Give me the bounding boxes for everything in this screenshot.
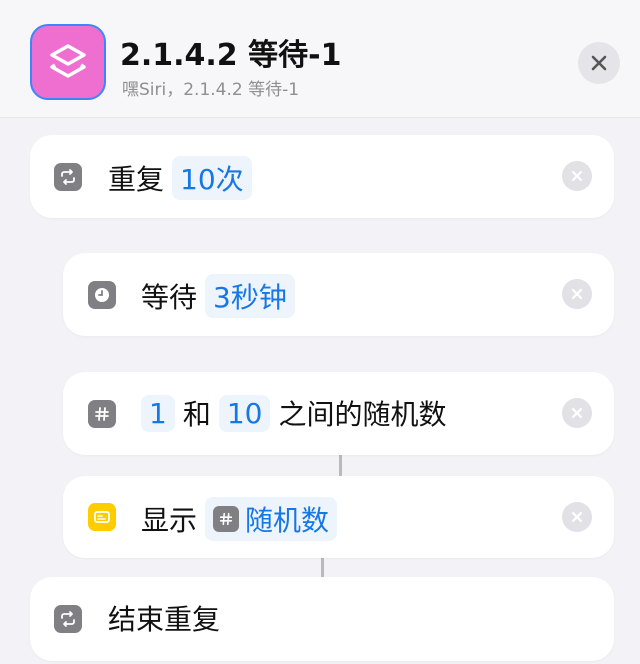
random-number-variable-token[interactable]: 随机数	[205, 497, 338, 541]
clock-icon	[88, 281, 116, 309]
hash-icon	[88, 400, 116, 428]
hash-icon	[213, 506, 240, 532]
random-max-token[interactable]: 10	[218, 394, 271, 432]
siri-phrase: 嘿Siri，2.1.4.2 等待-1	[122, 80, 300, 100]
remove-action-button[interactable]	[562, 398, 592, 428]
action-label: 等待	[141, 281, 198, 314]
flow-connector	[339, 455, 342, 477]
flow-connector	[321, 557, 324, 577]
action-label: 重复	[108, 163, 165, 196]
close-icon	[571, 288, 583, 300]
action-show-result[interactable]: 显示 随机数	[63, 476, 614, 558]
action-label: 显示	[141, 504, 198, 537]
show-icon	[88, 503, 116, 531]
remove-action-button[interactable]	[562, 161, 592, 191]
variable-label: 随机数	[245, 504, 330, 537]
repeat-icon	[54, 163, 82, 191]
close-icon	[571, 407, 583, 419]
action-end-repeat[interactable]: 结束重复	[30, 577, 614, 661]
action-label: 之间的随机数	[278, 398, 447, 431]
shortcut-title[interactable]: 2.1.4.2 等待-1	[120, 30, 341, 74]
action-random-number[interactable]: 1 和 10 之间的随机数	[63, 372, 614, 455]
shortcuts-icon[interactable]	[30, 24, 106, 100]
action-wait[interactable]: 等待 3秒钟	[63, 253, 614, 336]
wait-duration-token[interactable]: 3秒钟	[205, 274, 295, 318]
action-label: 结束重复	[108, 603, 221, 636]
remove-action-button[interactable]	[562, 502, 592, 532]
action-repeat[interactable]: 重复 10次	[30, 135, 614, 218]
remove-action-button[interactable]	[562, 279, 592, 309]
action-connector-text: 和	[182, 398, 211, 431]
repeat-count-token[interactable]: 10次	[172, 156, 252, 200]
close-button[interactable]	[578, 42, 620, 84]
random-min-token[interactable]: 1	[141, 394, 175, 432]
shortcut-header: 2.1.4.2 等待-1 嘿Siri，2.1.4.2 等待-1	[0, 0, 640, 118]
repeat-icon	[54, 605, 82, 633]
close-icon	[591, 55, 607, 71]
close-icon	[571, 511, 583, 523]
close-icon	[571, 170, 583, 182]
